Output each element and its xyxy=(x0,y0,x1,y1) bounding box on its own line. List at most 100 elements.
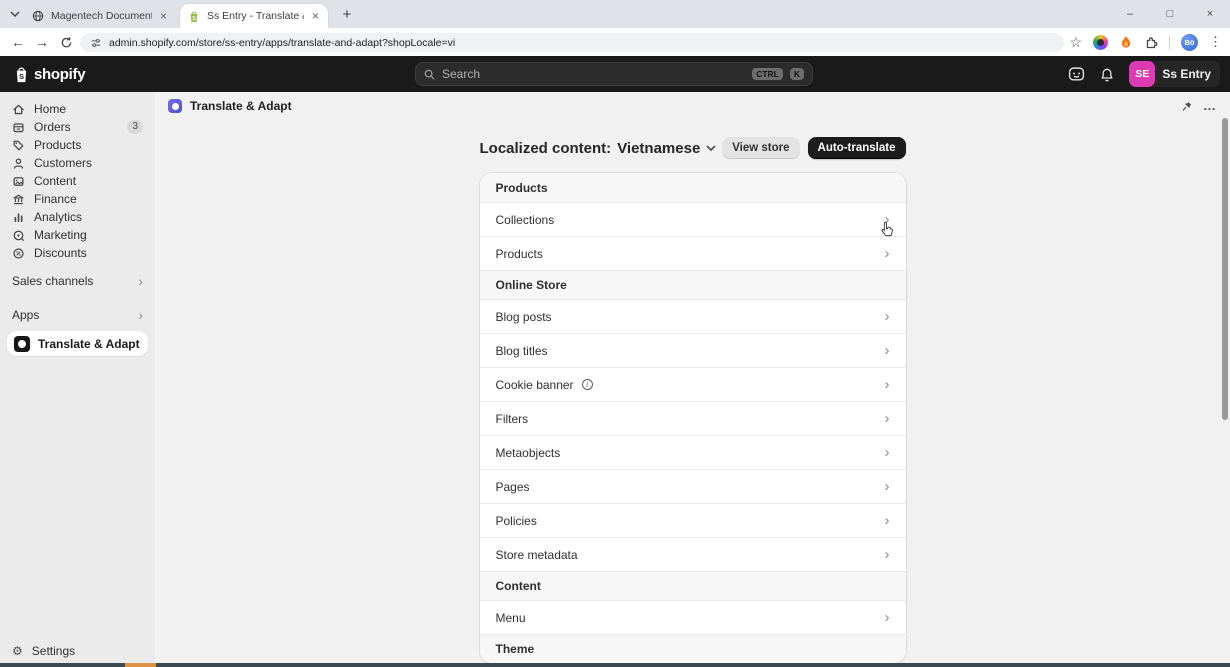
topbar-right: SE Ss Entry xyxy=(1068,56,1220,92)
store-account-button[interactable]: SE Ss Entry xyxy=(1129,61,1220,87)
row-blog-titles[interactable]: Blog titles › xyxy=(480,333,906,367)
forward-button[interactable]: → xyxy=(30,28,54,56)
tab-search-chevron-icon[interactable] xyxy=(6,5,24,23)
store-name: Ss Entry xyxy=(1162,67,1211,81)
sidebar-item-translate-adapt[interactable]: Translate & Adapt xyxy=(7,331,148,356)
row-products[interactable]: Products › xyxy=(480,236,906,270)
row-policies[interactable]: Policies › xyxy=(480,503,906,537)
chevron-down-icon[interactable] xyxy=(706,145,716,152)
row-metaobjects[interactable]: Metaobjects › xyxy=(480,435,906,469)
extension-colorful-icon[interactable] xyxy=(1093,35,1108,50)
maximize-button[interactable]: □ xyxy=(1150,0,1190,28)
sidebar-apps[interactable]: Apps › xyxy=(0,306,155,324)
translate-adapt-app-icon xyxy=(168,99,182,113)
row-label: Blog posts xyxy=(496,310,552,324)
sidebar-item-discounts[interactable]: Discounts xyxy=(0,244,155,262)
shopify-wordmark: shopify xyxy=(34,66,85,83)
sidebar-item-orders[interactable]: Orders 3 xyxy=(0,118,155,136)
settings-label: Settings xyxy=(32,644,75,658)
content-media-icon xyxy=(12,175,25,188)
sidebar-label: Customers xyxy=(34,156,92,170)
close-window-button[interactable]: × xyxy=(1190,0,1230,28)
reload-button[interactable] xyxy=(54,28,78,56)
discounts-percent-icon xyxy=(12,247,25,260)
row-cookie-banner[interactable]: Cookie banner › xyxy=(480,367,906,401)
chevron-right-icon: › xyxy=(885,411,890,426)
chevron-right-icon: › xyxy=(138,274,143,288)
sidebar-label: Finance xyxy=(34,192,77,206)
chevron-right-icon: › xyxy=(885,479,890,494)
sidebar-sales-channels[interactable]: Sales channels › xyxy=(0,272,155,290)
shopify-topbar: S shopify Search CTRL K SE Ss Entry xyxy=(0,56,1230,92)
sidebar-item-marketing[interactable]: Marketing xyxy=(0,226,155,244)
locale-selector-value[interactable]: Vietnamese xyxy=(617,140,700,157)
chevron-right-icon: › xyxy=(885,513,890,528)
close-tab-icon[interactable]: × xyxy=(311,10,320,22)
browser-tab-inactive[interactable]: Magentech Document Shopify × xyxy=(24,4,176,28)
row-collections[interactable]: Collections › xyxy=(480,202,906,236)
back-button[interactable]: ← xyxy=(6,28,30,56)
apps-label: Apps xyxy=(12,308,39,322)
sidebar-item-settings[interactable]: ⚙ Settings xyxy=(0,642,155,660)
bookmark-star-icon[interactable]: ☆ xyxy=(1069,34,1082,51)
auto-translate-button[interactable]: Auto-translate xyxy=(808,137,906,159)
row-blog-posts[interactable]: Blog posts › xyxy=(480,299,906,333)
orders-icon xyxy=(12,121,25,134)
row-store-metadata[interactable]: Store metadata › xyxy=(480,537,906,571)
shortcut-k-key: K xyxy=(790,68,804,81)
shopify-favicon-icon: S xyxy=(188,10,200,23)
sidebar-item-content[interactable]: Content xyxy=(0,172,155,190)
resources-card: Products Collections › Products › Online… xyxy=(480,173,906,663)
translate-adapt-app-icon xyxy=(14,336,30,352)
row-label: Metaobjects xyxy=(496,446,561,460)
pin-icon[interactable] xyxy=(1181,100,1193,113)
page-title-prefix: Localized content: xyxy=(480,140,612,157)
app-header-title: Translate & Adapt xyxy=(190,99,292,113)
inbox-icon[interactable] xyxy=(1068,66,1085,83)
browser-profile-avatar[interactable]: Bö xyxy=(1181,34,1198,51)
browser-tab-strip: Magentech Document Shopify × S Ss Entry … xyxy=(0,0,1230,28)
page-title: Localized content: Vietnamese xyxy=(480,140,717,157)
tab-title: Magentech Document Shopify xyxy=(51,10,152,22)
svg-text:S: S xyxy=(192,15,196,21)
vertical-scrollbar[interactable] xyxy=(1222,118,1228,420)
minimize-button[interactable]: – xyxy=(1110,0,1150,28)
browser-tab-active[interactable]: S Ss Entry - Translate & Adapt - Sh × xyxy=(180,4,328,28)
search-placeholder: Search xyxy=(442,67,745,81)
row-label: Store metadata xyxy=(496,548,578,562)
sidebar-item-analytics[interactable]: Analytics xyxy=(0,208,155,226)
app-header-menu-icon[interactable]: … xyxy=(1203,103,1217,108)
close-tab-icon[interactable]: × xyxy=(159,10,168,22)
reload-icon xyxy=(60,36,73,49)
info-icon[interactable] xyxy=(582,379,593,390)
site-settings-icon[interactable] xyxy=(90,37,102,49)
sidebar-label: Content xyxy=(34,174,76,188)
extensions-puzzle-icon[interactable] xyxy=(1144,35,1158,49)
address-bar[interactable]: admin.shopify.com/store/ss-entry/apps/tr… xyxy=(80,33,1064,52)
row-menu[interactable]: Menu › xyxy=(480,600,906,634)
view-store-button[interactable]: View store xyxy=(722,137,799,159)
sidebar-item-finance[interactable]: Finance xyxy=(0,190,155,208)
sidebar-label: Discounts xyxy=(34,246,87,260)
sidebar-item-products[interactable]: Products xyxy=(0,136,155,154)
notifications-bell-icon[interactable] xyxy=(1099,66,1115,83)
chevron-right-icon: › xyxy=(885,547,890,562)
sidebar-item-customers[interactable]: Customers xyxy=(0,154,155,172)
section-header-theme: Theme xyxy=(480,634,906,663)
browser-menu-icon[interactable]: ⋮ xyxy=(1209,34,1222,50)
sidebar-item-home[interactable]: Home xyxy=(0,100,155,118)
sidebar-label: Orders xyxy=(34,120,71,134)
marketing-target-icon xyxy=(12,229,25,242)
global-search-input[interactable]: Search CTRL K xyxy=(415,62,813,86)
toolbar-right-icons: ☆ Bö ⋮ xyxy=(1069,28,1226,56)
row-pages[interactable]: Pages › xyxy=(480,469,906,503)
bottom-strip-orange-segment xyxy=(125,663,156,667)
new-tab-button[interactable]: + xyxy=(338,5,356,23)
finance-bank-icon xyxy=(12,193,25,206)
toolbar-divider xyxy=(1169,35,1170,50)
shopify-logo[interactable]: S shopify xyxy=(0,65,85,84)
row-filters[interactable]: Filters › xyxy=(480,401,906,435)
flame-extension-icon[interactable] xyxy=(1119,35,1133,50)
sidebar-label: Analytics xyxy=(34,210,82,224)
row-label: Collections xyxy=(496,213,555,227)
